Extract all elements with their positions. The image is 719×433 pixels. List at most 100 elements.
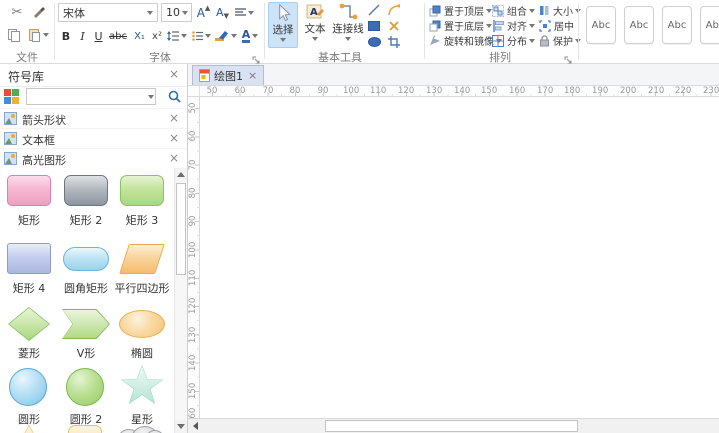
rectangle-tool-button[interactable] — [366, 19, 382, 33]
line-spacing-caret — [181, 34, 187, 38]
font-size-select[interactable]: 10 — [161, 3, 192, 22]
application-window: ✂ 文件 宋体 10 A▲ A▼ B — [0, 0, 719, 433]
search-input[interactable] — [26, 88, 156, 105]
section-label: 箭头形状 — [22, 112, 66, 128]
style-preset-1[interactable]: Abc — [586, 6, 616, 44]
style-preset-3[interactable]: Abc — [662, 6, 692, 44]
text-tool-button[interactable]: A 文本 — [300, 2, 330, 48]
bullet-list-button[interactable] — [190, 27, 212, 45]
panel-close-button[interactable]: × — [167, 68, 181, 80]
align-button[interactable]: 对齐 — [492, 19, 535, 32]
font-dialog-launcher[interactable] — [252, 50, 262, 60]
shape-diamond[interactable] — [8, 307, 50, 341]
select-tool-button[interactable]: 选择 — [268, 2, 298, 48]
shape-star[interactable] — [120, 365, 164, 407]
drawing-canvas[interactable] — [200, 97, 719, 418]
shape-ellipse[interactable] — [119, 310, 165, 338]
subscript-button[interactable]: X₁ — [131, 27, 148, 45]
cut-button[interactable]: ✂ — [8, 3, 26, 21]
center-button[interactable]: 居中 — [539, 19, 574, 32]
style-preset-4[interactable]: Abc — [700, 6, 719, 44]
protect-button[interactable]: 保护 — [539, 34, 581, 47]
bring-to-front-button[interactable]: 置于顶层 — [429, 4, 492, 17]
bold-button[interactable]: B — [58, 27, 74, 45]
section-close-button[interactable]: × — [167, 152, 181, 164]
ruler-tick-label: 60 — [188, 128, 200, 144]
horizontal-scrollbar-thumb[interactable] — [325, 420, 578, 432]
shape-rectangle-3[interactable] — [120, 175, 164, 206]
copy-button[interactable] — [5, 26, 23, 44]
ruler-tick-label: 70 — [260, 86, 276, 96]
connector-tool-button[interactable]: 连接线 — [332, 2, 364, 48]
line-spacing-button[interactable] — [166, 27, 188, 45]
section-highlight-shapes[interactable]: 高光图形 × — [0, 148, 187, 170]
scroll-down-button[interactable] — [175, 420, 187, 433]
highlight-button[interactable] — [214, 27, 238, 45]
arrange-group-label: 排列 — [460, 49, 540, 65]
distribute-button[interactable]: 分布 — [492, 34, 535, 47]
style-preset-label: Abc — [592, 20, 611, 31]
font-name-caret — [147, 11, 153, 15]
shape-rectangle-2[interactable] — [64, 175, 108, 206]
shape-circle[interactable] — [9, 368, 47, 406]
shape-label: 圆形 — [0, 411, 58, 427]
strikethrough-button[interactable]: abc — [107, 27, 129, 45]
search-history-caret[interactable] — [148, 95, 154, 99]
bullet-list-icon — [192, 31, 203, 41]
paste-button[interactable] — [25, 26, 51, 44]
group-button[interactable]: 组合 — [492, 4, 535, 17]
superscript-label: x² — [152, 31, 162, 42]
superscript-button[interactable]: x² — [149, 27, 165, 45]
horizontal-ruler: 50 60 70 80 90 100 110 120 130 140 150 1… — [188, 86, 719, 97]
crop-tool-button[interactable] — [386, 35, 402, 49]
shrink-font-button[interactable]: A▼ — [214, 4, 231, 21]
connection-point-tool-button[interactable] — [386, 19, 402, 33]
shape-rounded-square-partial[interactable] — [68, 425, 102, 433]
underline-button[interactable]: U — [91, 27, 106, 45]
arrange-dialog-launcher[interactable] — [564, 50, 574, 60]
group-divider — [264, 3, 265, 59]
shape-cloud-partial[interactable] — [116, 425, 164, 433]
text-align-menu-button[interactable] — [233, 4, 255, 21]
section-arrow-shapes[interactable]: 箭头形状 × — [0, 108, 187, 130]
line-tool-button[interactable] — [366, 3, 382, 17]
horizontal-scrollbar[interactable] — [188, 418, 719, 433]
tab-close-button[interactable]: × — [248, 69, 257, 82]
section-text-box[interactable]: 文本框 × — [0, 128, 187, 150]
grow-font-button[interactable]: A▲ — [195, 4, 212, 21]
font-name-select[interactable]: 宋体 — [58, 3, 158, 22]
format-painter-button[interactable] — [30, 3, 48, 21]
italic-button[interactable]: I — [75, 27, 90, 45]
brush-icon — [32, 5, 46, 19]
text-tool-icon: A — [305, 2, 325, 22]
panel-scrollbar-thumb[interactable] — [176, 183, 186, 275]
font-color-button[interactable]: A — [240, 27, 260, 45]
ruler-tick-label: 130 — [426, 86, 442, 96]
connector-tool-label: 连接线 — [332, 23, 364, 35]
shape-v-shape[interactable] — [62, 309, 110, 339]
scroll-left-button[interactable] — [188, 419, 202, 433]
style-preset-2[interactable]: Abc — [624, 6, 654, 44]
ruler-tick-label: 50 — [188, 100, 200, 116]
section-close-button[interactable]: × — [167, 112, 181, 124]
search-button[interactable] — [164, 88, 184, 105]
arc-tool-button[interactable] — [386, 3, 402, 17]
size-button[interactable]: 大小 — [539, 4, 581, 17]
document-tab-bar: 绘图1 × — [188, 64, 719, 86]
panel-header: 符号库 × — [0, 64, 187, 87]
shape-rectangle-4[interactable] — [7, 243, 51, 274]
section-close-button[interactable]: × — [167, 132, 181, 144]
shape-parallelogram[interactable] — [119, 244, 165, 274]
shape-rectangle[interactable] — [7, 175, 51, 206]
send-to-back-button[interactable]: 置于底层 — [429, 19, 492, 32]
panel-scrollbar[interactable] — [174, 168, 187, 433]
shape-circle-2[interactable] — [66, 368, 104, 406]
shape-rounded-rectangle[interactable] — [63, 247, 109, 271]
group-divider — [424, 3, 425, 59]
shape-label: V形 — [57, 345, 115, 361]
paste-dropdown-caret — [43, 33, 49, 37]
group-divider — [578, 3, 579, 59]
tab-drawing1[interactable]: 绘图1 × — [192, 65, 264, 85]
ellipse-tool-button[interactable] — [366, 35, 382, 49]
scroll-up-button[interactable] — [175, 168, 187, 181]
